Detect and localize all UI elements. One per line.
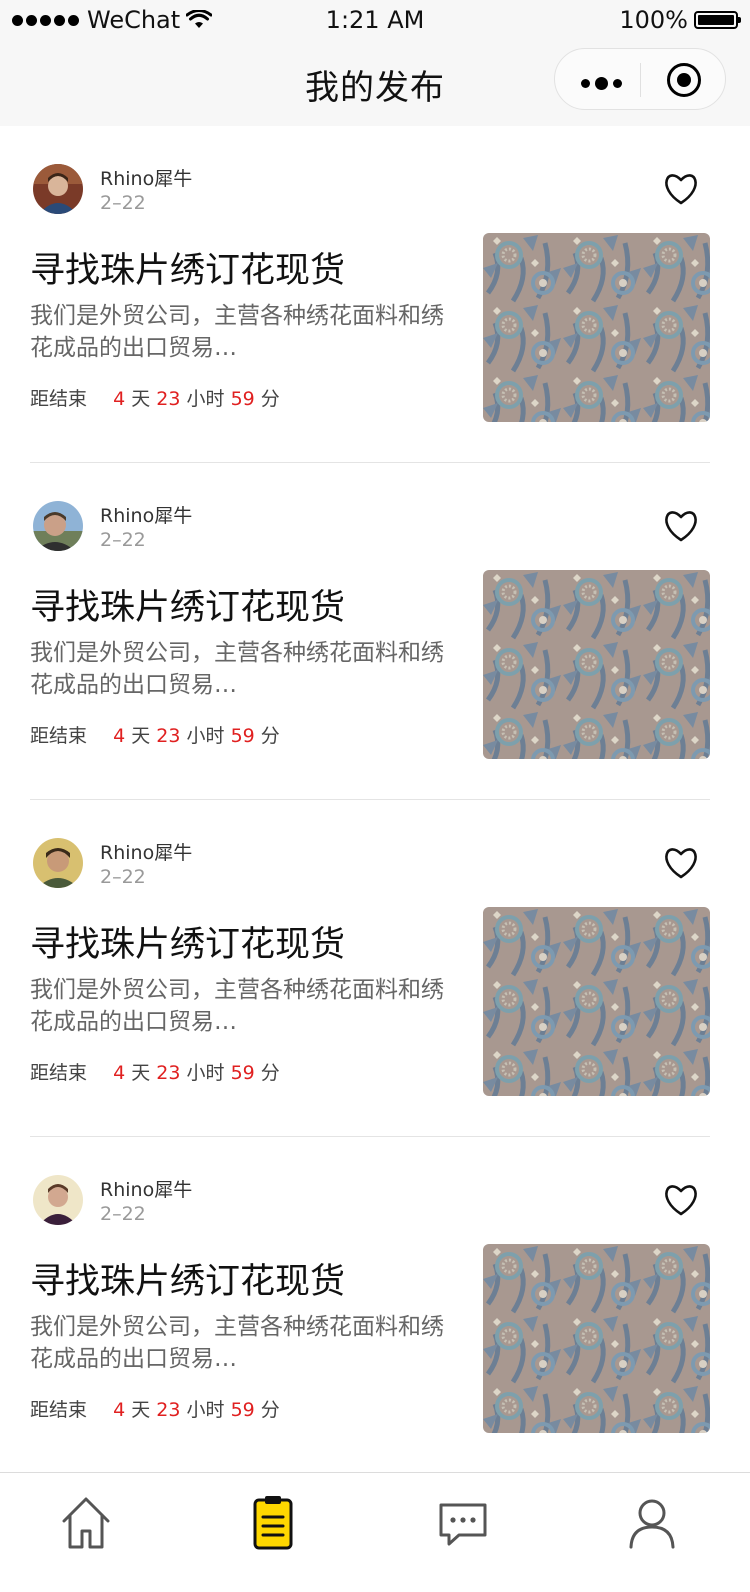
post-date: 2–22 — [100, 866, 146, 888]
avatar[interactable] — [33, 838, 83, 888]
post-card[interactable]: Rhino犀牛 2–22 寻找珠片绣订花现货 我们是外贸公司，主营各种绣花面料和… — [0, 800, 750, 1137]
post-thumbnail[interactable] — [483, 907, 710, 1096]
battery-percent: 100% — [619, 6, 688, 34]
author-name: Rhino犀牛 — [100, 842, 193, 864]
post-date: 2–22 — [100, 1203, 146, 1225]
heart-icon[interactable] — [662, 844, 700, 880]
countdown-days: 4 — [113, 1062, 126, 1084]
countdown-prefix: 距结束 — [30, 725, 88, 747]
countdown: 距结束 4 天 23 小时 59 分 — [30, 1058, 280, 1085]
countdown-hours: 23 — [156, 725, 181, 747]
countdown: 距结束 4 天 23 小时 59 分 — [30, 384, 280, 411]
post-title[interactable]: 寻找珠片绣订花现货 — [30, 916, 345, 967]
post-thumbnail[interactable] — [483, 570, 710, 759]
tab-bar — [0, 1472, 750, 1592]
countdown-minutes-unit: 分 — [260, 725, 280, 747]
post-list: Rhino犀牛 2–22 寻找珠片绣订花现货 我们是外贸公司，主营各种绣花面料和… — [0, 126, 750, 1474]
avatar[interactable] — [33, 501, 83, 551]
home-icon[interactable] — [56, 1493, 116, 1553]
post-description: 我们是外贸公司，主营各种绣花面料和绣花成品的出口贸易… — [30, 1314, 444, 1372]
post-title[interactable]: 寻找珠片绣订花现货 — [30, 1253, 345, 1304]
post-thumbnail[interactable] — [483, 1244, 710, 1433]
heart-icon[interactable] — [662, 1181, 700, 1217]
countdown-minutes: 59 — [230, 388, 255, 410]
avatar[interactable] — [33, 164, 83, 214]
countdown-prefix: 距结束 — [30, 1399, 88, 1421]
countdown-days: 4 — [113, 1399, 126, 1421]
heart-icon[interactable] — [662, 170, 700, 206]
heart-icon[interactable] — [662, 507, 700, 543]
countdown-hours-unit: 小时 — [186, 1062, 225, 1084]
user-icon[interactable] — [622, 1493, 682, 1553]
author-name: Rhino犀牛 — [100, 1179, 193, 1201]
countdown-hours: 23 — [156, 388, 181, 410]
countdown-hours-unit: 小时 — [186, 388, 225, 410]
post-date: 2–22 — [100, 192, 146, 214]
post-date: 2–22 — [100, 529, 146, 551]
countdown-days-unit: 天 — [131, 388, 151, 410]
countdown: 距结束 4 天 23 小时 59 分 — [30, 1395, 280, 1422]
capsule-divider — [640, 63, 641, 97]
close-target-icon[interactable] — [667, 63, 701, 97]
battery-icon — [694, 11, 741, 29]
post-description: 我们是外贸公司，主营各种绣花面料和绣花成品的出口贸易… — [30, 640, 444, 698]
countdown-minutes: 59 — [230, 1062, 255, 1084]
post-title[interactable]: 寻找珠片绣订花现货 — [30, 579, 345, 630]
post-title[interactable]: 寻找珠片绣订花现货 — [30, 242, 345, 293]
more-icon[interactable] — [581, 77, 622, 90]
post-description: 我们是外贸公司，主营各种绣花面料和绣花成品的出口贸易… — [30, 303, 444, 361]
countdown-days-unit: 天 — [131, 1399, 151, 1421]
post-card[interactable]: Rhino犀牛 2–22 寻找珠片绣订花现货 我们是外贸公司，主营各种绣花面料和… — [0, 1137, 750, 1474]
countdown-days: 4 — [113, 725, 126, 747]
chat-icon[interactable] — [433, 1493, 493, 1553]
countdown-hours-unit: 小时 — [186, 1399, 225, 1421]
countdown-hours: 23 — [156, 1399, 181, 1421]
post-description: 我们是外贸公司，主营各种绣花面料和绣花成品的出口贸易… — [30, 977, 444, 1035]
author-name: Rhino犀牛 — [100, 168, 193, 190]
avatar[interactable] — [33, 1175, 83, 1225]
countdown-hours-unit: 小时 — [186, 725, 225, 747]
countdown-days: 4 — [113, 388, 126, 410]
countdown-hours: 23 — [156, 1062, 181, 1084]
countdown-prefix: 距结束 — [30, 388, 88, 410]
countdown-days-unit: 天 — [131, 725, 151, 747]
status-bar: WeChat 1:21 AM 100% — [0, 0, 750, 40]
countdown-minutes-unit: 分 — [260, 1062, 280, 1084]
countdown-minutes: 59 — [230, 725, 255, 747]
countdown: 距结束 4 天 23 小时 59 分 — [30, 721, 280, 748]
mini-program-capsule — [554, 48, 726, 110]
countdown-minutes-unit: 分 — [260, 1399, 280, 1421]
author-name: Rhino犀牛 — [100, 505, 193, 527]
countdown-minutes-unit: 分 — [260, 388, 280, 410]
battery-status: 100% — [619, 6, 741, 34]
countdown-minutes: 59 — [230, 1399, 255, 1421]
post-card[interactable]: Rhino犀牛 2–22 寻找珠片绣订花现货 我们是外贸公司，主营各种绣花面料和… — [0, 126, 750, 463]
post-card[interactable]: Rhino犀牛 2–22 寻找珠片绣订花现货 我们是外贸公司，主营各种绣花面料和… — [0, 463, 750, 800]
countdown-prefix: 距结束 — [30, 1062, 88, 1084]
post-thumbnail[interactable] — [483, 233, 710, 422]
countdown-days-unit: 天 — [131, 1062, 151, 1084]
clipboard-icon[interactable] — [243, 1493, 303, 1553]
nav-bar: 我的发布 — [0, 40, 750, 126]
